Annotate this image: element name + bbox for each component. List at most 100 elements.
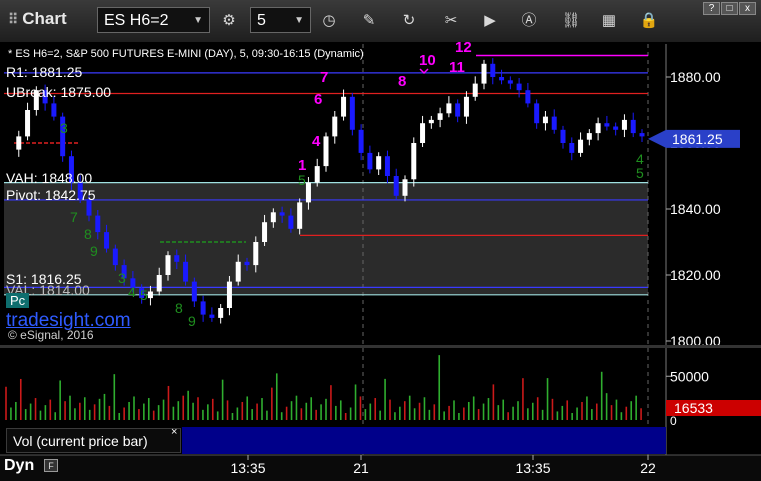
candle-body (578, 139, 584, 153)
play-icon[interactable]: ▶ (479, 10, 501, 32)
candle-body (305, 182, 311, 203)
candle-body (604, 123, 610, 127)
last-price-label: 1861.25 (672, 131, 723, 147)
candle-body (323, 136, 329, 167)
count-marker-label: 11 (449, 59, 465, 76)
candle-body (332, 116, 338, 137)
study-bar (182, 427, 666, 454)
count-marker-label: 10 (419, 52, 436, 69)
link-icon[interactable]: ⛓ (560, 10, 582, 32)
copyright-text: © eSignal, 2016 (8, 328, 94, 342)
grid-icon[interactable]: ▦ (598, 10, 620, 32)
candle-body (481, 63, 487, 84)
sequence-count-label: 8 (175, 300, 183, 316)
candle-body (376, 156, 382, 170)
help-button[interactable]: ? (703, 2, 720, 15)
y-tick-label: 1820.00 (670, 267, 721, 283)
candle-body (262, 222, 268, 242)
level-label-pivot: Pivot: 1842.75 (6, 187, 96, 203)
candle-body (104, 232, 110, 249)
volume-zero-label: 0 (670, 414, 677, 428)
alert-icon[interactable]: Ⓐ (518, 10, 540, 32)
candle-body (297, 202, 303, 229)
candle-body (490, 63, 496, 77)
candle-body (358, 129, 364, 153)
candle-body (560, 129, 566, 143)
candle-body (542, 116, 548, 124)
pencil-icon[interactable]: ✎ (358, 10, 380, 32)
candle-body (112, 248, 118, 266)
sequence-count-label: 3 (118, 270, 126, 286)
candle-body (156, 275, 162, 292)
candle-body (183, 261, 189, 282)
sequence-count-label: 4 (128, 284, 136, 300)
candle-body (25, 110, 31, 137)
sequence-count-label: 9 (188, 313, 196, 329)
level-label-r1: R1: 1881.25 (6, 64, 83, 80)
candle-body (279, 212, 285, 216)
chevron-down-icon: ▼ (193, 15, 203, 26)
sequence-count-label: 5 (636, 165, 644, 181)
count-marker-label: 4 (312, 133, 321, 150)
dyn-mode-label[interactable]: Dyn (4, 457, 34, 475)
candle-body (200, 301, 206, 315)
candle-body (446, 103, 452, 114)
volume-study-label[interactable]: Vol (current price bar) (6, 428, 181, 453)
candle-body (174, 255, 180, 262)
candle-body (235, 261, 241, 282)
candle-body (349, 96, 355, 130)
font-settings-icon[interactable]: F (44, 459, 58, 472)
grip-icon[interactable]: ⠿ (8, 11, 18, 27)
refresh-icon[interactable]: ↻ (398, 10, 420, 32)
y-tick-label: 1880.00 (670, 69, 721, 85)
count-marker-label: 1 (298, 157, 306, 174)
candle-body (472, 83, 478, 97)
candle-body (270, 212, 276, 223)
clock-icon[interactable]: ◷ (318, 10, 340, 32)
count-marker-label: 12 (455, 42, 472, 56)
symbol-select[interactable]: ES H6=2 ▼ (97, 7, 210, 33)
sequence-count-label: 3 (60, 120, 68, 136)
chevron-down-icon: ▼ (294, 15, 304, 26)
sequence-count-label: 9 (90, 243, 98, 259)
candle-body (595, 123, 601, 134)
candle-body (165, 255, 171, 275)
volume-last-label: 16533 (674, 400, 713, 416)
sequence-count-label: 5 (140, 287, 148, 303)
lock-icon[interactable]: 🔒 (638, 10, 660, 32)
candle-body (367, 152, 373, 170)
candle-body (191, 281, 197, 302)
candle-body (639, 133, 645, 137)
count-marker-label: 6 (314, 91, 322, 108)
candle-body (420, 123, 426, 143)
candle-body (51, 103, 57, 117)
candle-body (621, 119, 627, 130)
symbol-settings-icon[interactable]: ⚙ (218, 10, 240, 32)
close-icon[interactable]: × (171, 426, 177, 438)
panel-separator (0, 345, 761, 348)
candle-body (384, 156, 390, 176)
scissors-icon[interactable]: ✂ (440, 10, 462, 32)
symbol-value: ES H6=2 (104, 12, 169, 29)
sequence-count-label: 5 (298, 172, 306, 188)
candle-body (147, 291, 153, 299)
candle-body (244, 261, 250, 266)
candle-body (218, 308, 224, 318)
candle-body (463, 96, 469, 117)
x-tick-label: 13:35 (230, 460, 265, 476)
candle-body (411, 143, 417, 180)
level-label-ubreak: UBreak: 1875.00 (6, 84, 112, 100)
candle-body (288, 215, 294, 229)
candle-body (209, 314, 215, 318)
candle-body (428, 119, 434, 124)
candle-body (253, 242, 259, 266)
chart-window-title: ⠿ Chart (8, 9, 67, 29)
maximize-button[interactable]: □ (721, 2, 738, 15)
interval-select[interactable]: 5 ▼ (250, 7, 311, 33)
price-chart[interactable]: 1800.001820.001840.001860.001880.0037893… (0, 42, 761, 481)
candle-body (95, 215, 101, 233)
chart-toolbar: ⠿ Chart ES H6=2 ▼ ⚙ 5 ▼ ◷ ✎ ↻ ✂ ▶ Ⓐ ⛓ ▦ 🔒 ?… (0, 0, 761, 43)
candle-body (534, 103, 540, 124)
close-button[interactable]: x (739, 2, 756, 15)
candle-body (314, 166, 320, 183)
